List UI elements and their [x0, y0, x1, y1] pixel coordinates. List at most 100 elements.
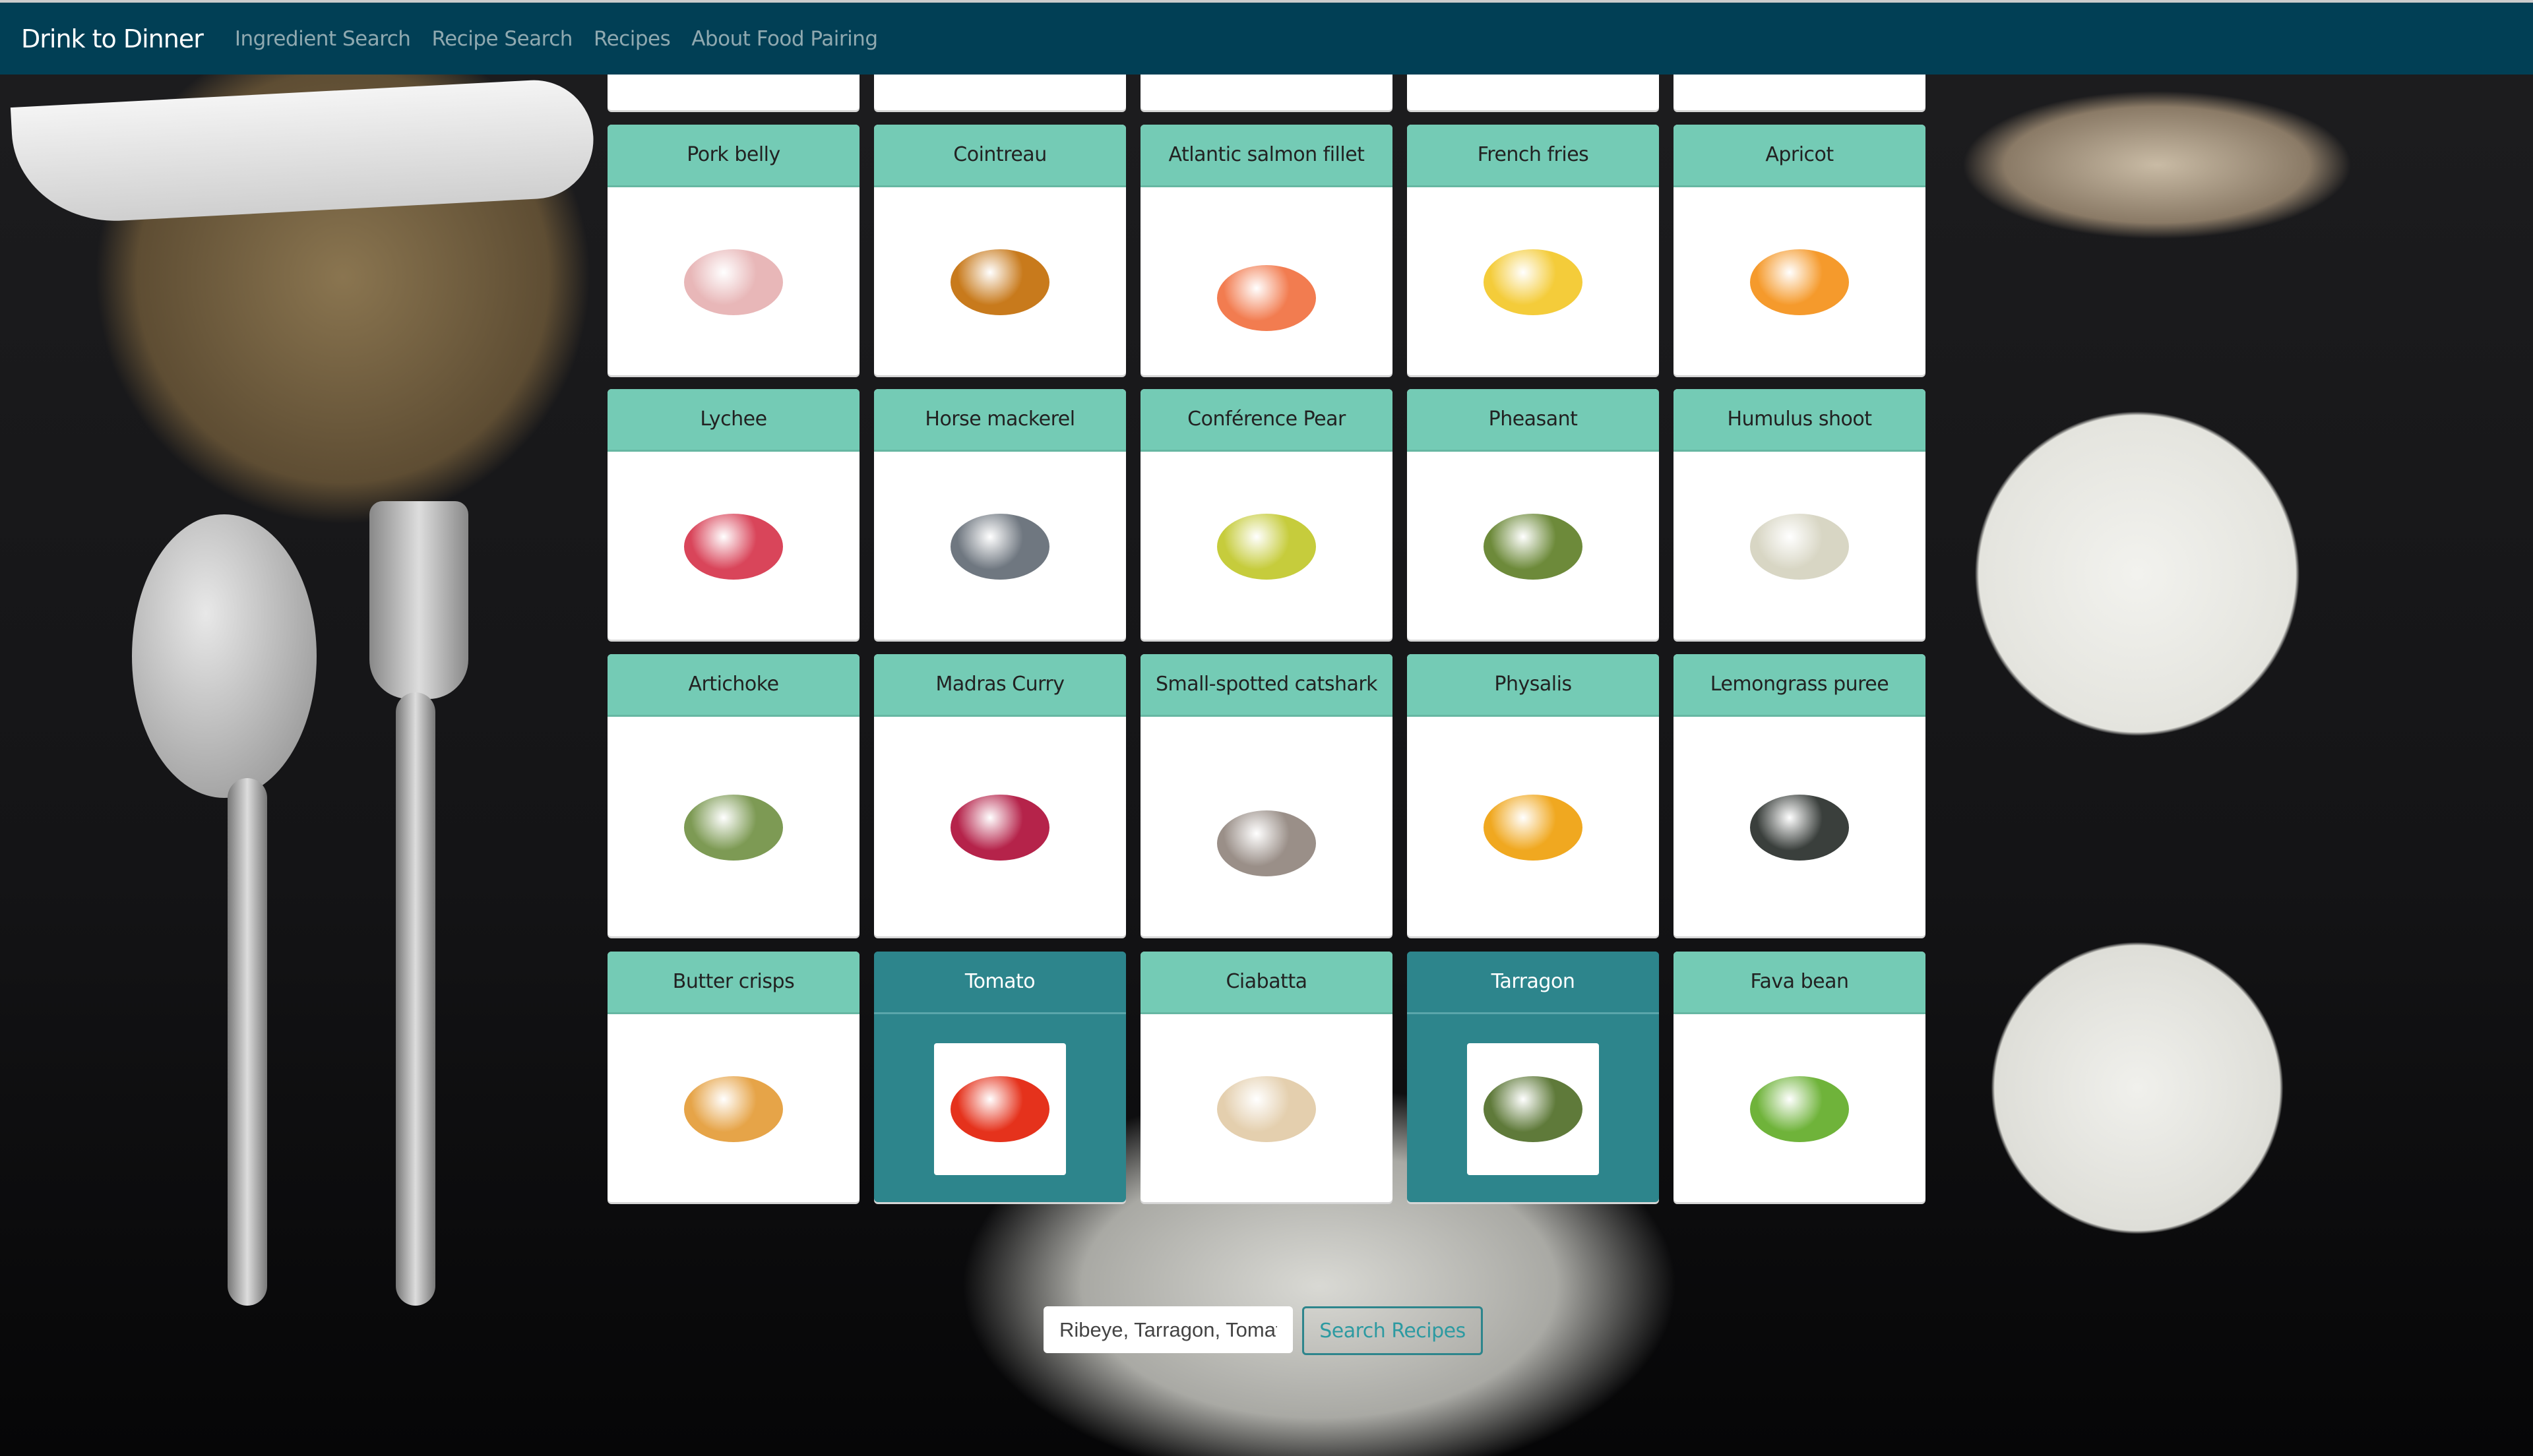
ciabatta-image [1201, 1043, 1332, 1175]
ingredient-card[interactable]: Humulus shoot [1673, 389, 1925, 640]
ingredient-photo [1484, 795, 1582, 861]
ingredient-photo [951, 249, 1049, 315]
ingredient-card[interactable]: Madras Curry [874, 654, 1126, 936]
ingredient-name: Pork belly [608, 125, 860, 187]
tarragon-image [1467, 1043, 1599, 1175]
ingredient-name: Lychee [608, 389, 860, 452]
artichoke-image [668, 762, 799, 894]
ingredient-card[interactable]: Cointreau [874, 125, 1126, 375]
ingredient-image-area [608, 719, 860, 936]
ingredient-card[interactable]: Small-spotted catshark [1141, 654, 1392, 936]
ingredient-photo [951, 1076, 1049, 1142]
ingredient-image-area [874, 454, 1126, 640]
ingredient-image-area [1407, 189, 1659, 375]
ingredient-name: Fava bean [1673, 952, 1925, 1014]
ingredient-card[interactable]: Lychee [608, 389, 860, 640]
butter-crisps-image [668, 1043, 799, 1175]
ingredient-image-area [608, 454, 860, 640]
french-fries-image [1467, 216, 1599, 348]
ingredient-photo [1484, 249, 1582, 315]
ingredient-card[interactable]: French fries [1407, 125, 1659, 375]
ingredient-card[interactable]: Artichoke [608, 654, 860, 936]
ingredient-image-area [608, 1016, 860, 1202]
ingredient-photo [951, 514, 1049, 580]
ingredient-name: Conférence Pear [1141, 389, 1392, 452]
ingredient-image-area [1141, 454, 1392, 640]
ingredient-photo [1484, 1076, 1582, 1142]
background-fork-handle [396, 692, 435, 1306]
ingredient-card[interactable]: Pork belly [608, 125, 860, 375]
ingredient-name: Horse mackerel [874, 389, 1126, 452]
ingredient-image-area [1673, 454, 1925, 640]
salmon-image [1201, 232, 1332, 364]
ingredient-image-area [1407, 1016, 1659, 1202]
nav-ingredient-search[interactable]: Ingredient Search [235, 27, 411, 51]
ingredient-card[interactable]: Apricot [1673, 125, 1925, 375]
ingredient-name: Physalis [1407, 654, 1659, 717]
nav-recipes[interactable]: Recipes [594, 27, 671, 51]
ingredient-photo [684, 514, 783, 580]
ingredient-photo [951, 795, 1049, 861]
ingredient-card[interactable]: Physalis [1407, 654, 1659, 936]
ingredient-name: Butter crisps [608, 952, 860, 1014]
ingredient-name: Artichoke [608, 654, 860, 717]
ingredient-card[interactable]: Tomato [874, 952, 1126, 1202]
mackerel-image [934, 481, 1066, 613]
ingredient-card[interactable]: Pheasant [1407, 389, 1659, 640]
ingredient-photo [1750, 249, 1849, 315]
ingredient-card[interactable]: Ciabatta [1141, 952, 1392, 1202]
nav-about-food-pairing[interactable]: About Food Pairing [691, 27, 878, 51]
search-recipes-button[interactable]: Search Recipes [1302, 1306, 1483, 1355]
pear-image [1201, 481, 1332, 613]
ingredient-name: Tomato [874, 952, 1126, 1014]
ingredient-card[interactable]: Fava bean [1673, 952, 1925, 1202]
ingredient-card[interactable]: Tarragon [1407, 952, 1659, 1202]
ingredient-name: Madras Curry [874, 654, 1126, 717]
ingredient-name: Cointreau [874, 125, 1126, 187]
ingredient-photo [684, 1076, 783, 1142]
ingredient-name: Tarragon [1407, 952, 1659, 1014]
ingredient-card[interactable]: Conférence Pear [1141, 389, 1392, 640]
ingredient-image-area [1673, 189, 1925, 375]
ingredient-image-area [874, 189, 1126, 375]
ingredient-card[interactable]: Horse mackerel [874, 389, 1126, 640]
nav-recipe-search[interactable]: Recipe Search [431, 27, 573, 51]
ingredient-image-area [1407, 454, 1659, 640]
cointreau-bottle-image [934, 216, 1066, 348]
ingredient-card[interactable]: Butter crisps [608, 952, 860, 1202]
ingredient-photo [1217, 1076, 1316, 1142]
ingredient-card[interactable]: Atlantic salmon fillet [1141, 125, 1392, 375]
ingredient-photo [1217, 810, 1316, 876]
ingredient-name: Pheasant [1407, 389, 1659, 452]
ingredient-photo [1750, 514, 1849, 580]
apricot-image [1734, 216, 1865, 348]
ingredient-name: Apricot [1673, 125, 1925, 187]
ingredient-name: French fries [1407, 125, 1659, 187]
ingredient-photo [1484, 514, 1582, 580]
ingredient-photo [1750, 1076, 1849, 1142]
ingredient-image-area [874, 719, 1126, 936]
background-spoon [132, 514, 317, 798]
fava-bean-image [1734, 1043, 1865, 1175]
madras-curry-tub-image [934, 762, 1066, 894]
ingredient-card[interactable]: Lemongrass puree [1673, 654, 1925, 936]
ingredient-name: Humulus shoot [1673, 389, 1925, 452]
catshark-image [1201, 777, 1332, 909]
ingredient-image-area [1673, 719, 1925, 936]
brand-link[interactable]: Drink to Dinner [21, 24, 204, 53]
ingredient-name: Lemongrass puree [1673, 654, 1925, 717]
background-spoon-handle [228, 778, 267, 1306]
ingredient-image-area [1141, 220, 1392, 375]
ingredient-image-area [1141, 750, 1392, 936]
lychee-image [668, 481, 799, 613]
ingredients-search-input[interactable] [1044, 1306, 1293, 1353]
ingredient-photo [684, 795, 783, 861]
ingredient-photo [1750, 795, 1849, 861]
physalis-image [1467, 762, 1599, 894]
tomato-image [934, 1043, 1066, 1175]
pork-belly-image [668, 216, 799, 348]
ingredient-name: Small-spotted catshark [1141, 654, 1392, 717]
navbar: Drink to Dinner Ingredient Search Recipe… [0, 0, 2533, 75]
ingredient-image-area [1141, 1016, 1392, 1202]
ingredient-image-area [608, 189, 860, 375]
